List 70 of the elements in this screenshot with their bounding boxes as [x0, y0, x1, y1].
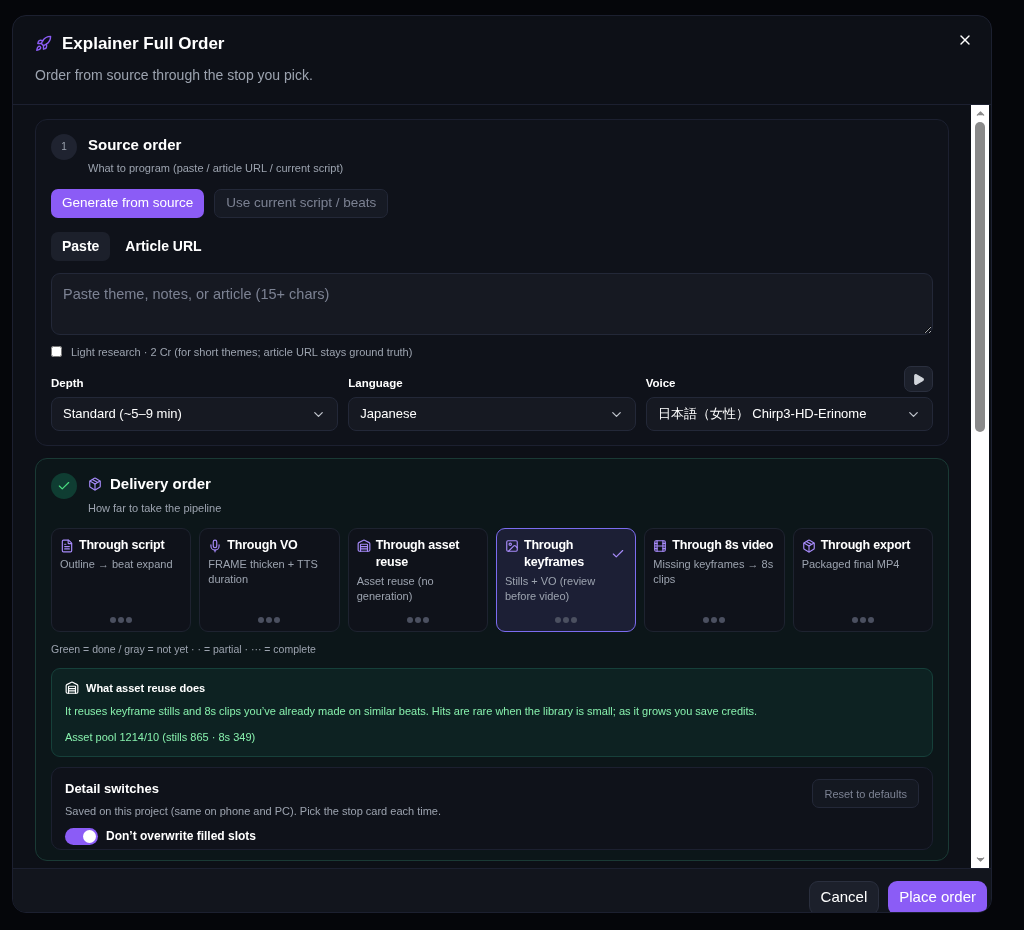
mode-button[interactable]: Generate from source [51, 188, 205, 218]
section-title: Delivery order [110, 474, 211, 494]
rocket-icon [35, 35, 52, 53]
stop-description: Outline → beat expand [60, 557, 174, 572]
film-icon [653, 539, 668, 553]
stop-description: FRAME thicken + TTS duration [208, 557, 319, 587]
stop-title: Through 8s video [672, 537, 774, 554]
reset-button[interactable]: Reset to defaults [812, 779, 919, 809]
stop-card[interactable]: Through export Packaged final MP4 [792, 528, 933, 632]
step-number: 1 [51, 133, 77, 160]
stop-description: Packaged final MP4 [801, 557, 901, 572]
progress-dots-icon [110, 617, 133, 623]
stop-description: Missing keyframes → 8s clips [653, 557, 775, 587]
source-tab[interactable]: Article URL [114, 231, 213, 261]
legend-text: Green = done / gray = not yet · · = partial · ··· = complete [51, 642, 317, 657]
field-label: Depth [51, 375, 84, 391]
details-title: Detail switches [65, 780, 160, 799]
switch-label: Don’t overwrite filled slots [106, 828, 257, 846]
stop-title: Through script [79, 537, 165, 554]
play-icon [912, 372, 925, 386]
stop-title: Through keyframes [524, 537, 586, 571]
dialog-subtitle: Order from source through the stop you pick. [35, 65, 314, 85]
dialog-title: Explainer Full Order [62, 33, 225, 55]
stop-title: Through export [820, 537, 911, 554]
asset-pool-text: Asset pool 1214/10 (stills 865 · 8s 349) [65, 729, 257, 745]
progress-dots-icon [851, 617, 874, 623]
section-subtitle: What to program (paste / article URL / current script) [88, 161, 344, 176]
dropdown[interactable]: Standard (~5–9 min) [51, 397, 339, 431]
dropdown[interactable]: Japanese [348, 397, 636, 431]
image-icon [505, 539, 519, 553]
warehouse-icon [356, 539, 371, 553]
progress-dots-icon [555, 617, 578, 623]
stop-card[interactable]: Through VO FRAME thicken + TTS duration [199, 528, 340, 632]
stop-title: Through VO [227, 537, 298, 554]
box-icon [88, 477, 102, 492]
field-label: Language [348, 375, 403, 391]
box-icon [801, 539, 816, 553]
cancel-button[interactable]: Cancel [808, 880, 880, 912]
stop-card[interactable]: Through script Outline → beat expand [51, 528, 192, 632]
section-subtitle: How far to take the pipeline [88, 500, 222, 516]
stop-card[interactable]: Through keyframes Stills + VO (review before video) [496, 528, 637, 632]
details-subtitle: Saved on this project (same on phone and PC). Pick the stop card each time. [65, 803, 442, 819]
progress-dots-icon [703, 617, 726, 623]
stop-card[interactable]: Through asset reuse Asset reuse (no generation) [347, 528, 488, 632]
play-button[interactable] [904, 366, 933, 392]
research-checkbox[interactable] [51, 346, 62, 358]
progress-dots-icon [258, 617, 281, 623]
field-label: Voice [645, 375, 676, 391]
scrollbar[interactable] [971, 104, 989, 868]
stop-description: Asset reuse (no generation) [356, 574, 435, 604]
document-icon [60, 539, 74, 553]
info-text: It reuses keyframe stills and 8s clips you’ve already made on similar beats. Hits are rare when the library is small; as it grows you save credits. [65, 704, 759, 720]
info-title: What asset reuse does [86, 680, 206, 696]
stop-description: Stills + VO (review before video) [505, 574, 597, 604]
source-text-field[interactable]: Paste theme, notes, or article (15+ chars) [51, 272, 933, 335]
place-order-button[interactable]: Place order [888, 880, 987, 912]
research-label: Light research · 2 Cr (for short themes; article URL stays ground truth) [71, 344, 413, 360]
toggle-switch[interactable] [65, 827, 98, 845]
section-title: Source order [88, 134, 183, 155]
check-icon [611, 547, 626, 561]
warehouse-icon [65, 681, 79, 695]
progress-dots-icon [406, 617, 429, 623]
mode-button[interactable]: Use current script / beats [214, 188, 389, 218]
scrollbar-thumb[interactable] [975, 121, 985, 432]
microphone-icon [208, 539, 223, 553]
stop-title: Through asset reuse [375, 537, 461, 571]
check-icon [57, 479, 71, 493]
source-tab[interactable]: Paste [51, 231, 111, 261]
stop-card[interactable]: Through 8s video Missing keyframes → 8s clips [644, 528, 785, 632]
dropdown[interactable]: 日本語（女性） Chirp3-HD-Erinome [645, 397, 933, 431]
